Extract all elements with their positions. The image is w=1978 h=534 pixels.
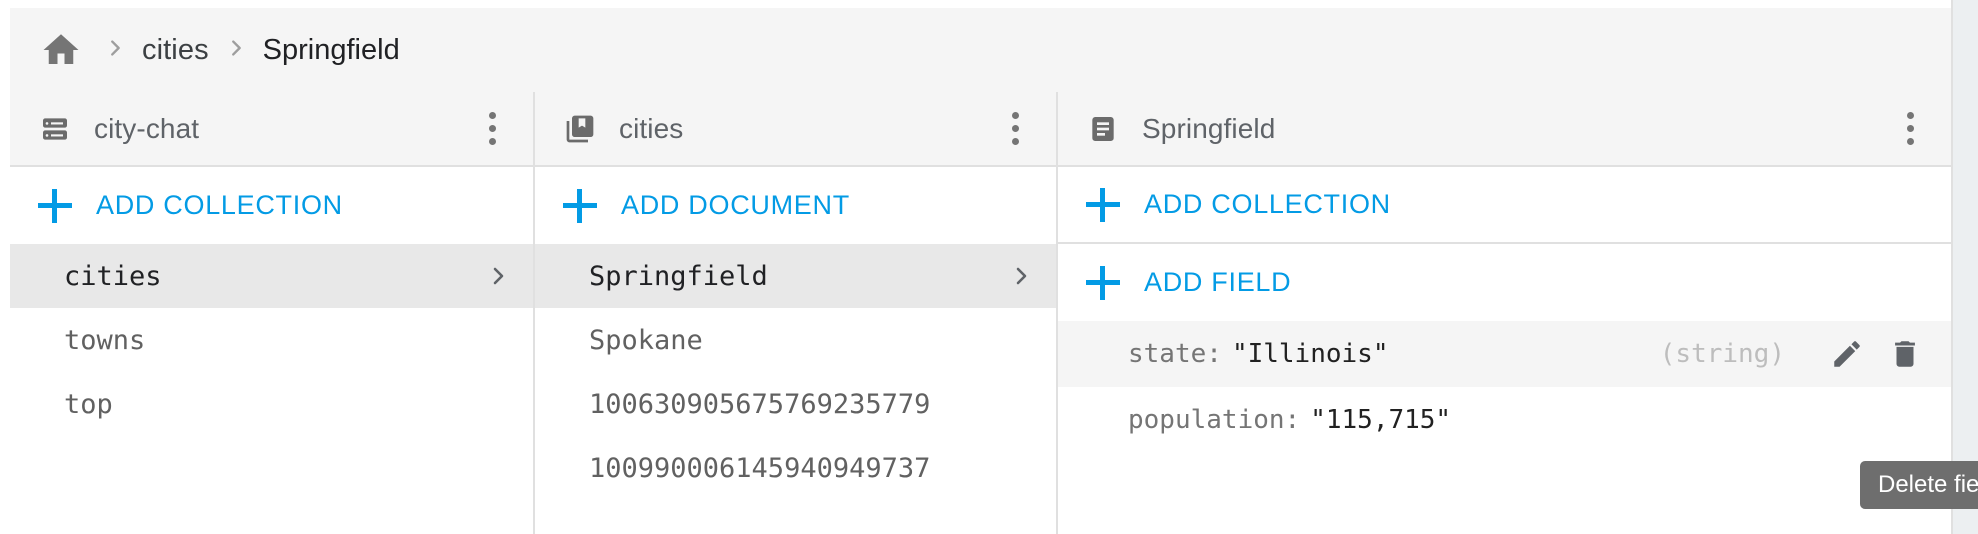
document-panel: Springfield ADD COLLECTION ADD FIELD sta… bbox=[1058, 92, 1951, 534]
field-key: population bbox=[1128, 405, 1285, 435]
list-item[interactable]: cities bbox=[10, 244, 533, 308]
collection-panel-header: cities bbox=[535, 92, 1056, 167]
plus-icon bbox=[1086, 187, 1120, 222]
more-vert-icon[interactable] bbox=[469, 106, 515, 152]
field-row[interactable]: state : "Illinois" (string) bbox=[1058, 321, 1951, 387]
list-item-label: towns bbox=[64, 324, 146, 356]
right-gutter bbox=[1951, 0, 1978, 534]
field-value: "115,715" bbox=[1310, 405, 1452, 435]
breadcrumb-item-cities[interactable]: cities bbox=[142, 34, 209, 67]
field-value: "Illinois" bbox=[1231, 339, 1389, 369]
home-icon[interactable] bbox=[40, 29, 82, 71]
document-list: Springfield Spokane 10063090567576923577… bbox=[535, 244, 1056, 534]
add-subcollection-button[interactable]: ADD COLLECTION bbox=[1058, 167, 1951, 244]
tooltip-text: Delete field bbox=[1878, 471, 1978, 498]
field-colon: : bbox=[1206, 339, 1222, 369]
chevron-right-icon bbox=[485, 263, 511, 289]
field-key: state bbox=[1128, 339, 1207, 369]
trash-icon[interactable] bbox=[1883, 332, 1927, 376]
list-item-label: Spokane bbox=[589, 324, 703, 356]
list-item-label: 100630905675769235779 bbox=[589, 388, 931, 420]
add-document-label: ADD DOCUMENT bbox=[621, 190, 850, 220]
database-panel-title: city-chat bbox=[94, 112, 200, 144]
add-collection-label: ADD COLLECTION bbox=[96, 190, 343, 220]
firestore-data-browser: cities Springfield city-chat ADD COLLECT… bbox=[0, 0, 1978, 534]
more-vert-icon[interactable] bbox=[1887, 106, 1933, 152]
add-field-label: ADD FIELD bbox=[1144, 267, 1292, 297]
add-collection-button[interactable]: ADD COLLECTION bbox=[10, 167, 533, 244]
database-icon bbox=[38, 112, 72, 146]
document-icon bbox=[1086, 112, 1120, 146]
list-item-label: 100990006145940949737 bbox=[589, 452, 931, 484]
list-item-label: Springfield bbox=[589, 260, 768, 292]
plus-icon bbox=[38, 188, 72, 223]
add-subcollection-label: ADD COLLECTION bbox=[1144, 189, 1391, 219]
list-item[interactable]: top bbox=[10, 372, 533, 436]
document-panel-header: Springfield bbox=[1058, 92, 1951, 167]
chevron-right-icon bbox=[225, 34, 247, 67]
plus-icon bbox=[1086, 265, 1120, 300]
chevron-right-icon bbox=[104, 34, 126, 67]
pencil-icon[interactable] bbox=[1825, 332, 1869, 376]
collection-panel-title: cities bbox=[619, 112, 684, 144]
field-type-label: (string) bbox=[1659, 339, 1785, 369]
field-colon: : bbox=[1284, 405, 1301, 435]
list-item-label: cities bbox=[64, 260, 162, 292]
breadcrumb: cities Springfield bbox=[10, 8, 1951, 92]
list-item-label: top bbox=[64, 388, 113, 420]
breadcrumb-item-springfield[interactable]: Springfield bbox=[263, 34, 400, 67]
list-item[interactable]: Springfield bbox=[535, 244, 1056, 308]
collection-list: cities towns top bbox=[10, 244, 533, 534]
field-row[interactable]: population : "115,715" bbox=[1058, 387, 1951, 453]
list-item[interactable]: towns bbox=[10, 308, 533, 372]
list-item[interactable]: 100990006145940949737 bbox=[535, 436, 1056, 500]
collections-bookmark-icon bbox=[563, 112, 597, 146]
document-panel-title: Springfield bbox=[1142, 112, 1276, 144]
plus-icon bbox=[563, 188, 597, 223]
database-panel: city-chat ADD COLLECTION cities towns to… bbox=[10, 92, 535, 534]
tooltip-delete-field: Delete field bbox=[1860, 461, 1978, 509]
list-item[interactable]: Spokane bbox=[535, 308, 1056, 372]
database-panel-header: city-chat bbox=[10, 92, 533, 167]
list-item[interactable]: 100630905675769235779 bbox=[535, 372, 1056, 436]
add-field-button[interactable]: ADD FIELD bbox=[1058, 244, 1951, 321]
chevron-right-icon bbox=[1008, 263, 1034, 289]
collection-panel: cities ADD DOCUMENT Springfield Spokane bbox=[535, 92, 1058, 534]
left-gutter bbox=[0, 0, 10, 534]
add-document-button[interactable]: ADD DOCUMENT bbox=[535, 167, 1056, 244]
more-vert-icon[interactable] bbox=[992, 106, 1038, 152]
field-list: state : "Illinois" (string) population : bbox=[1058, 321, 1951, 534]
panel-container: city-chat ADD COLLECTION cities towns to… bbox=[10, 92, 1951, 534]
